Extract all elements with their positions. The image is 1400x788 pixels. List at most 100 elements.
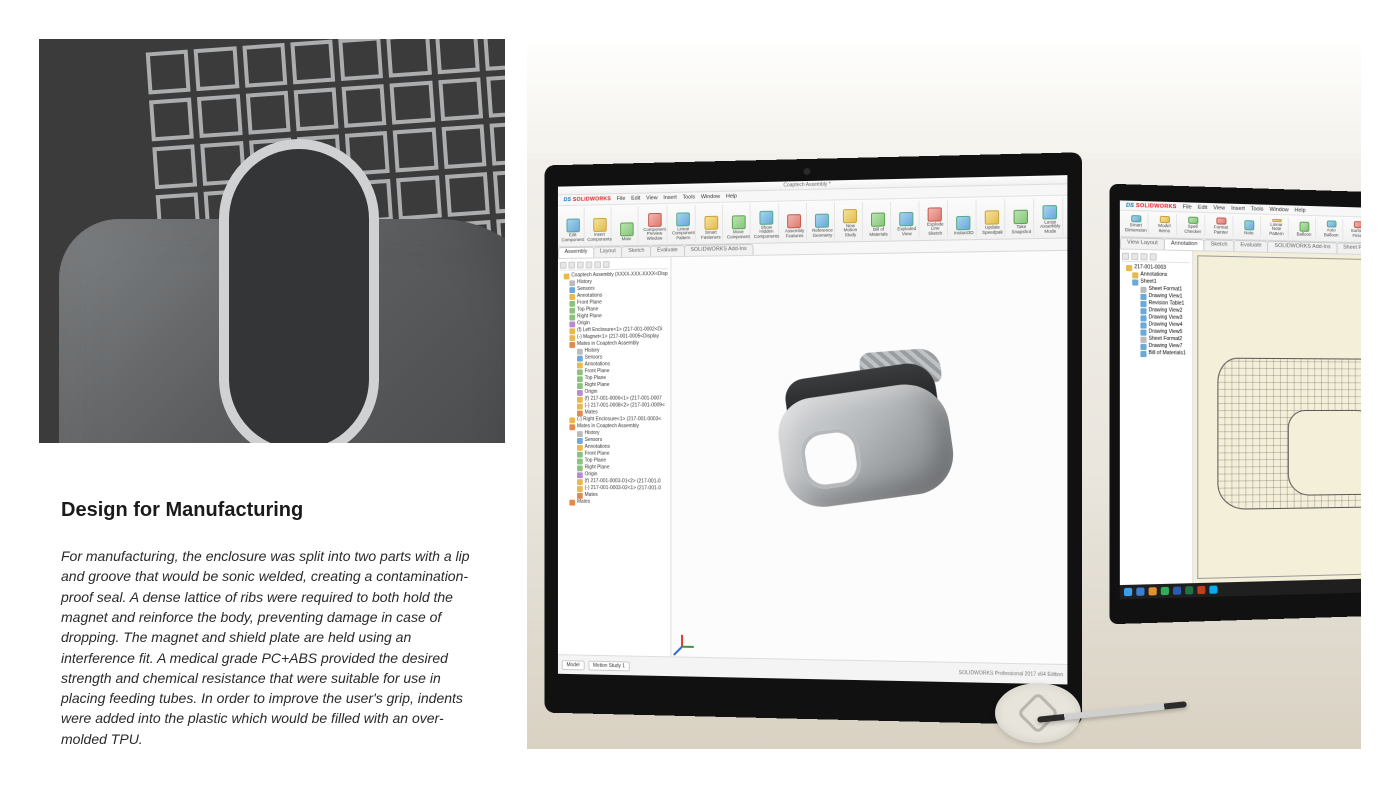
ribbon-surface-finish[interactable]: Surface Finish [1347, 219, 1361, 240]
ribbon-take-snapshot[interactable]: Take Snapshot [1009, 198, 1034, 236]
tree-node[interactable]: Mates [560, 499, 669, 506]
content-area-2: 217-001-0003 AnnotationsSheet1Sheet Form… [1120, 250, 1361, 586]
tree-glyph-icon [569, 342, 575, 348]
tree-glyph-icon [1140, 293, 1146, 299]
tree-glyph-icon [577, 389, 583, 395]
ribbon-label: Exploded View [897, 227, 916, 236]
ribbon-move-component[interactable]: Move Component [727, 204, 751, 241]
tree-node[interactable]: History [560, 430, 669, 437]
tab-evaluate[interactable]: Evaluate [650, 245, 684, 256]
ribbon-icon [704, 216, 718, 230]
chrome-icon[interactable] [1161, 587, 1169, 595]
tree-node-label: History [585, 430, 600, 437]
menu-file[interactable]: File [617, 196, 626, 202]
ribbon-instant3d[interactable]: Instant3D [952, 199, 977, 237]
model-viewport[interactable] [671, 251, 1067, 664]
tree-node[interactable]: Annotations [560, 444, 669, 451]
ribbon-icon [843, 208, 857, 222]
tab-annotation[interactable]: Annotation [1164, 238, 1205, 250]
drawing-sheet[interactable] [1193, 251, 1361, 583]
ribbon-mate[interactable]: Mate [615, 206, 638, 243]
tree-node[interactable]: Bill of Materials1 [1122, 350, 1190, 358]
tab-solidworks-add-ins[interactable]: SOLIDWORKS Add-Ins [1268, 241, 1338, 254]
ribbon-label: Format Painter [1212, 225, 1229, 235]
powerpoint-icon[interactable] [1197, 586, 1205, 594]
solidworks-drawing-window: DS SOLIDWORKS File Edit View Insert Tool… [1120, 200, 1361, 599]
feature-tree[interactable]: Coaptech Assembly (XXXX-XXX-XXXX<Disp Hi… [558, 257, 671, 656]
tree-glyph-icon [1132, 272, 1138, 278]
ribbon-smart-fasteners[interactable]: Smart Fasteners [700, 205, 723, 242]
ribbon-smart-dimension[interactable]: Smart Dimension [1124, 213, 1149, 235]
excel-icon[interactable] [1185, 586, 1193, 594]
menu2-edit[interactable]: Edit [1198, 204, 1208, 210]
ribbon-note[interactable]: Note [1237, 216, 1261, 238]
tree-glyph-icon [569, 287, 575, 293]
view-triad-icon [677, 631, 696, 651]
tree-toolbar-2[interactable] [1122, 252, 1190, 264]
ribbon-exploded-view[interactable]: Exploded View [895, 201, 919, 239]
tab-view-layout[interactable]: View Layout [1120, 237, 1165, 249]
tab-layout[interactable]: Layout [593, 246, 622, 257]
menu2-help[interactable]: Help [1295, 207, 1306, 213]
ribbon-explode-line-sketch[interactable]: Explode Line Sketch [924, 200, 948, 238]
menu2-view[interactable]: View [1213, 205, 1225, 211]
ribbon-new-motion-study[interactable]: New Motion Study [839, 202, 863, 240]
brand-name-2: SOLIDWORKS [1136, 202, 1177, 209]
ribbon-insert-components[interactable]: Insert Components [588, 207, 611, 244]
ribbon-label: Linear Component Pattern [672, 227, 695, 241]
tab-solidworks-add-ins[interactable]: SOLIDWORKS Add-Ins [684, 244, 754, 256]
tree-toolbar[interactable] [560, 259, 669, 271]
ribbon-icon [759, 210, 773, 224]
tree-node[interactable]: (-) 217-001-0008<2> (217-001-0009< [560, 402, 669, 409]
menu-view[interactable]: View [646, 195, 657, 201]
tree-glyph-icon [569, 417, 575, 423]
word-icon[interactable] [1173, 587, 1181, 595]
ribbon-linear-component-pattern[interactable]: Linear Component Pattern [672, 205, 696, 242]
menu-tools[interactable]: Tools [683, 194, 696, 200]
tree-node[interactable]: Sensors [560, 437, 669, 444]
tree-glyph-icon [1140, 343, 1146, 349]
tab-assembly[interactable]: Assembly [558, 247, 594, 258]
section-heading: Design for Manufacturing [61, 499, 483, 522]
ribbon-auto-balloon[interactable]: Auto Balloon [1320, 218, 1343, 239]
ribbon-component-preview-window[interactable]: Component Preview Window [642, 206, 668, 243]
menu-help[interactable]: Help [726, 194, 737, 200]
ribbon-large-assembly-mode[interactable]: Large Assembly Mode [1038, 198, 1063, 236]
edge-icon[interactable] [1136, 587, 1144, 595]
tree-node[interactable]: (-) 217-001-0003-02<1> (217-001-0 [560, 485, 669, 492]
ribbon-spell-checker[interactable]: Spell Checker [1181, 214, 1205, 236]
menu2-tools[interactable]: Tools [1251, 206, 1264, 212]
menu-edit[interactable]: Edit [631, 196, 640, 202]
section-body: For manufacturing, the enclosure was spl… [61, 546, 481, 749]
ribbon-model-items[interactable]: Model Items [1153, 214, 1177, 236]
ribbon-format-painter[interactable]: Format Painter [1209, 215, 1233, 237]
ribbon-linear-note-pattern[interactable]: Linear Note Pattern [1265, 217, 1289, 239]
menu2-file[interactable]: File [1183, 204, 1192, 210]
ribbon-label: Mate [622, 237, 632, 242]
ribbon-label: Update Speedpak [982, 225, 1003, 235]
tab-sketch[interactable]: Sketch [1204, 239, 1235, 251]
tree-glyph-icon [1140, 350, 1146, 356]
menu-window[interactable]: Window [701, 194, 720, 200]
ribbon-assembly-features[interactable]: Assembly Features [783, 203, 807, 240]
ribbon-update-speedpak[interactable]: Update Speedpak [981, 199, 1006, 237]
skype-icon[interactable] [1209, 586, 1217, 594]
start-icon[interactable] [1124, 588, 1132, 596]
tab-sheet-format[interactable]: Sheet Format [1336, 242, 1361, 254]
ribbon-bill-of-materials[interactable]: Bill of Materials [867, 201, 891, 239]
monitor-secondary: DS SOLIDWORKS File Edit View Insert Tool… [1110, 184, 1361, 625]
explorer-icon[interactable] [1149, 587, 1157, 595]
tab-evaluate[interactable]: Evaluate [1233, 240, 1268, 252]
menu2-insert[interactable]: Insert [1231, 205, 1245, 211]
tab-sketch[interactable]: Sketch [621, 246, 651, 257]
ribbon-show-hidden-components[interactable]: Show Hidden Components [755, 204, 780, 241]
tree-glyph-icon [569, 499, 575, 505]
feature-tree-2[interactable]: 217-001-0003 AnnotationsSheet1Sheet Form… [1120, 250, 1193, 586]
menu2-window[interactable]: Window [1269, 206, 1288, 213]
menu-insert[interactable]: Insert [663, 195, 676, 201]
ribbon-balloon[interactable]: Balloon [1293, 217, 1316, 239]
ribbon-reference-geometry[interactable]: Reference Geometry [811, 202, 835, 240]
ribbon-edit-component[interactable]: Edit Component [562, 208, 585, 245]
bottom-tab-model[interactable]: Model [562, 660, 585, 670]
bottom-tab-motion[interactable]: Motion Study 1 [588, 660, 630, 671]
